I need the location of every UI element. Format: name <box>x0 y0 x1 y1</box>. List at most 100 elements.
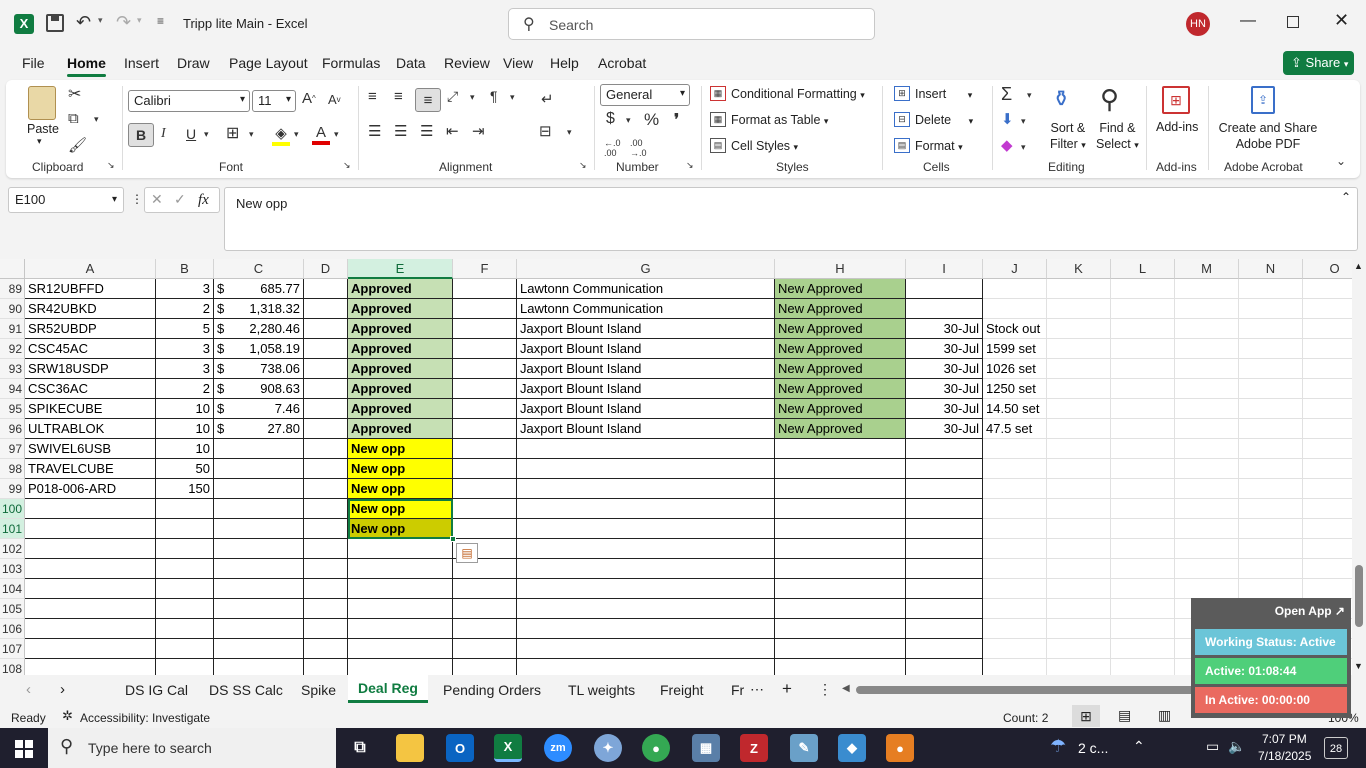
cell-k103[interactable] <box>1047 559 1111 579</box>
cell-h106[interactable] <box>775 619 906 639</box>
format-as-table-icon[interactable]: ▦ <box>710 112 726 127</box>
row-header[interactable]: 95 <box>0 399 25 419</box>
orientation-icon[interactable]: ⤢ <box>447 88 458 105</box>
cell-j99[interactable] <box>983 479 1047 499</box>
find-select-icon[interactable]: ⚲ <box>1100 84 1119 115</box>
cell-f104[interactable] <box>453 579 517 599</box>
search-box[interactable]: ⚲ Search <box>508 8 875 40</box>
chrome-icon[interactable]: ● <box>642 734 670 762</box>
cell-d97[interactable] <box>304 439 348 459</box>
add-sheet-icon[interactable]: + <box>782 679 792 699</box>
cell-c98[interactable] <box>214 459 304 479</box>
cell-d94[interactable] <box>304 379 348 399</box>
cell-n104[interactable] <box>1239 579 1303 599</box>
cell-m102[interactable] <box>1175 539 1239 559</box>
comma-style-icon[interactable]: ❜ <box>674 110 679 130</box>
column-header-e[interactable]: E <box>348 259 453 279</box>
cell-i92[interactable]: 30-Jul <box>906 339 983 359</box>
cell-e105[interactable] <box>348 599 453 619</box>
cell-g106[interactable] <box>517 619 775 639</box>
cell-g96[interactable]: Jaxport Blount Island <box>517 419 775 439</box>
cell-e106[interactable] <box>348 619 453 639</box>
cell-b104[interactable] <box>156 579 214 599</box>
cell-j108[interactable] <box>983 659 1047 675</box>
cell-c95[interactable]: $7.46 <box>214 399 304 419</box>
row-header[interactable]: 97 <box>0 439 25 459</box>
cell-o90[interactable] <box>1303 299 1352 319</box>
increase-indent-icon[interactable]: ⇥ <box>472 122 485 140</box>
clear-dropdown-icon[interactable]: ▾ <box>1021 142 1026 153</box>
cell-i106[interactable] <box>906 619 983 639</box>
sheet-options-icon[interactable]: ⋮ <box>818 681 832 698</box>
minimize-button[interactable]: — <box>1240 12 1256 30</box>
decrease-decimal-icon[interactable]: .00 →.0 <box>630 138 647 158</box>
cell-g101[interactable] <box>517 519 775 539</box>
cell-e95[interactable]: Approved <box>348 399 453 419</box>
cell-l107[interactable] <box>1111 639 1175 659</box>
filezilla-icon[interactable]: Z <box>740 734 768 762</box>
cell-f93[interactable] <box>453 359 517 379</box>
taskbar-search[interactable]: ⚲ Type here to search <box>48 728 336 768</box>
scroll-down-icon[interactable]: ▼ <box>1354 661 1363 671</box>
cell-o100[interactable] <box>1303 499 1352 519</box>
cell-b92[interactable]: 3 <box>156 339 214 359</box>
cell-k106[interactable] <box>1047 619 1111 639</box>
tab-review[interactable]: Review <box>444 55 490 71</box>
cell-g94[interactable]: Jaxport Blount Island <box>517 379 775 399</box>
cell-j104[interactable] <box>983 579 1047 599</box>
row-header[interactable]: 102 <box>0 539 25 559</box>
wrap-text-icon[interactable]: ↵ <box>541 90 554 108</box>
cell-e96[interactable]: Approved <box>348 419 453 439</box>
find-select-button[interactable]: Find & Select ▾ <box>1096 120 1139 153</box>
bold-button[interactable]: B <box>128 123 154 147</box>
cell-a97[interactable]: SWIVEL6USB <box>25 439 156 459</box>
cell-n97[interactable] <box>1239 439 1303 459</box>
cell-a98[interactable]: TRAVELCUBE <box>25 459 156 479</box>
cell-m104[interactable] <box>1175 579 1239 599</box>
cell-l103[interactable] <box>1111 559 1175 579</box>
cell-d108[interactable] <box>304 659 348 675</box>
more-sheets-icon[interactable]: ⋯ <box>750 681 764 698</box>
cell-e90[interactable]: Approved <box>348 299 453 319</box>
align-bottom-icon[interactable]: ≡ <box>415 88 441 112</box>
cell-f108[interactable] <box>453 659 517 675</box>
cell-n93[interactable] <box>1239 359 1303 379</box>
cell-c101[interactable] <box>214 519 304 539</box>
cell-j96[interactable]: 47.5 set <box>983 419 1047 439</box>
cell-e93[interactable]: Approved <box>348 359 453 379</box>
weather-icon[interactable]: ☂ <box>1050 736 1066 757</box>
cell-h103[interactable] <box>775 559 906 579</box>
row-header[interactable]: 93 <box>0 359 25 379</box>
next-sheet-icon[interactable]: › <box>60 681 65 698</box>
align-top-icon[interactable]: ≡ <box>368 88 377 105</box>
clear-icon[interactable]: ◆ <box>1001 136 1013 154</box>
cell-h89[interactable]: New Approved <box>775 279 906 299</box>
cell-o104[interactable] <box>1303 579 1352 599</box>
cell-b108[interactable] <box>156 659 214 675</box>
cell-a94[interactable]: CSC36AC <box>25 379 156 399</box>
cell-a103[interactable] <box>25 559 156 579</box>
cell-b97[interactable]: 10 <box>156 439 214 459</box>
vertical-scrollbar[interactable]: ▲ ▼ <box>1352 259 1366 675</box>
column-header-h[interactable]: H <box>775 259 906 279</box>
cell-l102[interactable] <box>1111 539 1175 559</box>
column-header-i[interactable]: I <box>906 259 983 279</box>
align-right-icon[interactable]: ☰ <box>420 122 433 140</box>
user-avatar[interactable]: HN <box>1186 12 1210 36</box>
quick-analysis-icon[interactable]: ▤ <box>456 543 478 563</box>
cell-a91[interactable]: SR52UBDP <box>25 319 156 339</box>
cell-m94[interactable] <box>1175 379 1239 399</box>
column-header-d[interactable]: D <box>304 259 348 279</box>
cell-c102[interactable] <box>214 539 304 559</box>
cell-d107[interactable] <box>304 639 348 659</box>
autosum-icon[interactable]: Σ <box>1001 84 1012 105</box>
cell-g89[interactable]: Lawtonn Communication <box>517 279 775 299</box>
cell-o103[interactable] <box>1303 559 1352 579</box>
cell-d89[interactable] <box>304 279 348 299</box>
cell-n99[interactable] <box>1239 479 1303 499</box>
cell-f90[interactable] <box>453 299 517 319</box>
cell-j98[interactable] <box>983 459 1047 479</box>
cell-c96[interactable]: $27.80 <box>214 419 304 439</box>
cell-l99[interactable] <box>1111 479 1175 499</box>
zoom-icon[interactable]: zm <box>544 734 572 762</box>
